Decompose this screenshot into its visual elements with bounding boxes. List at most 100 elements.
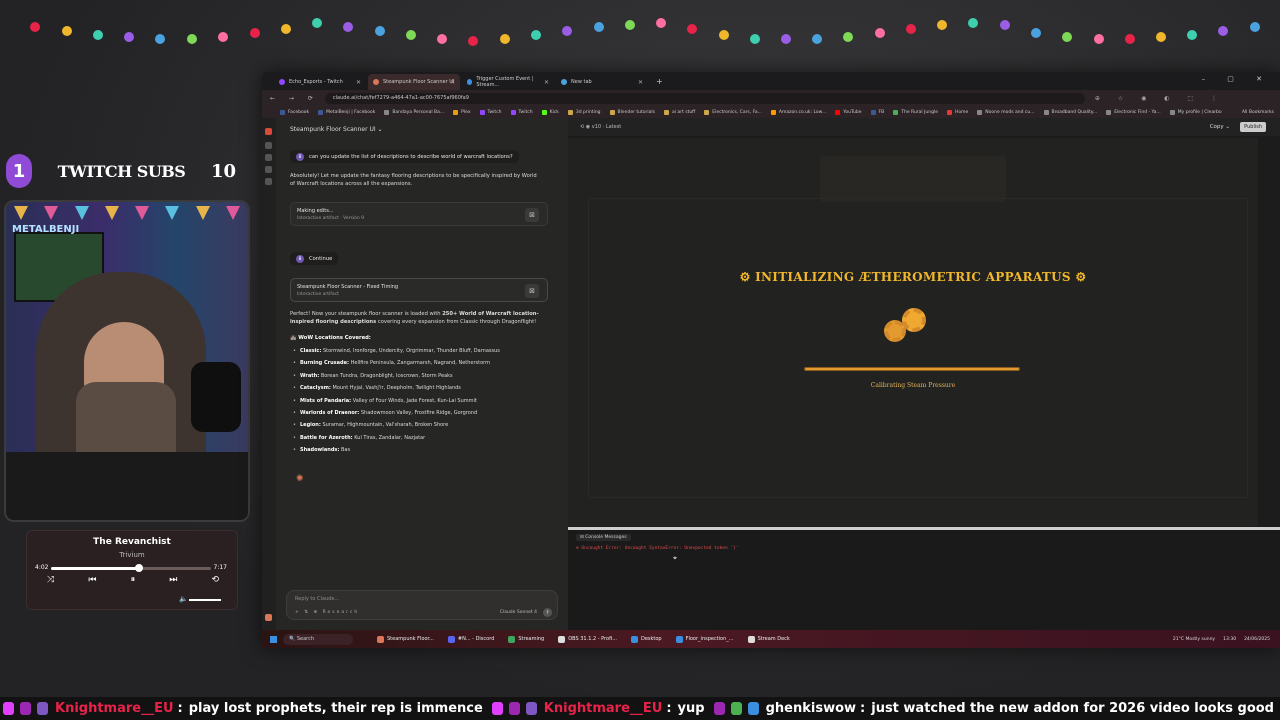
close-tab-icon[interactable]: ✕ [356,79,361,86]
clock-time[interactable]: 13:30 [1223,637,1236,642]
taskbar-app[interactable]: Steampunk Floor... [377,635,434,643]
bookmark-item[interactable]: Electronics, Cars, Fa... [704,109,762,115]
taskbar-app[interactable]: Streaming [508,635,544,643]
bookmark-label: Noone mods and cu... [985,109,1035,115]
next-icon[interactable]: ⏭ [169,575,177,585]
repeat-icon[interactable]: ⟲ [211,575,219,585]
previous-icon[interactable]: ⏮ [88,575,96,585]
clock-date[interactable]: 24/06/2025 [1244,637,1270,642]
chat-badge-icon [20,702,31,715]
bookmark-item[interactable]: Blender tutorials [609,109,655,115]
chat-title[interactable]: Steampunk Floor Scanner UI ⌄ [290,126,383,133]
taskbar-app[interactable]: Floor_inspection_... [675,635,734,643]
bookmark-item[interactable]: Twitch [510,109,533,115]
expansion-name: Mists of Pandaria: [300,397,352,404]
claude-logo-icon[interactable] [265,128,272,135]
app-icon [630,635,638,643]
taskbar-search[interactable]: 🔍 Search [283,633,353,645]
bookmark-item[interactable]: Amazon.co.uk: Low... [770,109,826,115]
bookmark-item[interactable]: Kick [541,109,559,115]
track-progress-knob[interactable] [135,564,143,572]
bookmark-item[interactable]: Facebook [280,109,309,115]
send-icon[interactable]: ↑ [543,608,552,617]
windows-start-icon[interactable] [270,635,277,643]
faded-header-block [820,156,1006,202]
close-tab-icon[interactable]: ✕ [544,79,549,86]
bookmark-item[interactable]: Twitch [479,109,502,115]
chat-input[interactable]: Reply to Claude... + ⇅ ⊕ Research Claude… [286,590,558,620]
artifact-version[interactable]: ⟲ ◉ v10 · Latest [580,124,621,130]
tab-label: Steampunk Floor Scanner UI [383,79,455,85]
bookmark-icon [609,109,615,115]
bookmark-label: Broadband Quality... [1051,109,1098,115]
profile-icon[interactable] [265,614,272,621]
all-bookmarks[interactable]: All Bookmarks [1242,110,1274,115]
code-icon[interactable]: ⊠ [525,284,539,298]
input-tools[interactable]: + ⇅ ⊕ Research [295,610,359,615]
browser-tab[interactable]: New tab ✕ [556,74,648,90]
chat-badge-icon [3,702,14,715]
bookmark-item[interactable]: Broadband Quality... [1043,109,1098,115]
bookmark-item[interactable]: Bandaya Personal Ba... [384,109,444,115]
new-tab-button[interactable]: + [656,77,663,86]
console-header[interactable]: ⊟ Console Messages [576,534,631,541]
pause-icon[interactable]: ⏸ [131,575,136,585]
bookmark-icon [770,109,776,115]
bookmark-item[interactable]: MetalBenji | Facebook [318,109,375,115]
bookmark-label: Plex [461,109,471,115]
browser-tab[interactable]: Trigger Custom Event | Stream... ✕ [462,74,554,90]
bookmark-item[interactable]: ai art stuff [663,109,695,115]
artifact-card[interactable]: Making edits... Interactive artifact · V… [290,202,548,226]
browser-window: Echo_Esports - Twitch ✕ Steampunk Floor Sc… [262,72,1280,648]
artifact-card[interactable]: Steampunk Floor Scanner - Fixed Timing I… [290,278,548,302]
publish-button[interactable]: Publish [1240,122,1266,132]
close-tab-icon[interactable]: ✕ [450,79,455,86]
location-names: Shadowmoon Valley, Frostfire Ridge, Gorg… [360,410,478,416]
chats-icon[interactable] [265,154,272,161]
loading-progress-bar [804,367,1020,371]
chat-badge-icon [747,702,759,715]
light-bulb [406,30,416,40]
app-icon [377,635,384,643]
bookmark-item[interactable]: FB [870,109,884,115]
bookmark-item[interactable]: My profile | Clearbo [1169,109,1222,115]
url-field[interactable]: claude.ai/chat/fef7279-a464-47a1-ac00-76… [324,92,1085,104]
taskbar-app[interactable]: Desktop [630,635,662,643]
bookmark-label: The Rural Jungle [901,109,938,115]
volume-control[interactable]: 🔈 [179,595,229,605]
model-selector[interactable]: Claude Sonnet 4 [500,610,537,615]
track-progress-bar[interactable] [51,564,211,572]
volume-slider[interactable] [189,599,222,601]
close-tab-icon[interactable]: ✕ [638,79,643,86]
chat-input-placeholder[interactable]: Reply to Claude... [295,596,339,602]
taskbar-app-label: #N... - Discord [457,636,495,642]
taskbar-app[interactable]: Stream Deck [747,635,790,643]
bookmark-item[interactable]: The Rural Jungle [893,109,938,115]
bookmark-item[interactable]: 3d printing [567,109,601,115]
shuffle-icon[interactable]: ⤨ [47,575,54,585]
bookmark-item[interactable]: Electronic Find - Ya... [1106,109,1161,115]
artifacts-icon[interactable] [265,178,272,185]
gears-icon [884,308,934,348]
bookmark-item[interactable]: Home [947,109,968,115]
new-chat-icon[interactable] [265,142,272,149]
bookmark-item[interactable]: YouTube [835,109,862,115]
light-bulb [656,18,666,28]
weather-widget[interactable]: 21°C Mostly sunny [1173,637,1215,642]
browser-tab[interactable]: Steampunk Floor Scanner UI ✕ [368,74,460,90]
browser-tab[interactable]: Echo_Esports - Twitch ✕ [274,74,366,90]
code-icon[interactable]: ⊠ [525,208,539,222]
projects-icon[interactable] [265,166,272,173]
window-controls[interactable]: – ▢ ✕ [1202,75,1272,83]
bookmark-item[interactable]: Plex [453,109,471,115]
taskbar-app[interactable]: #N... - Discord [447,635,495,643]
tab-favicon-icon [279,79,285,85]
extension-icons[interactable]: ⊕ ☆ ◉ ◐ ⬚ ⋮ [1095,95,1225,102]
bookmark-item[interactable]: Noone mods and cu... [977,109,1035,115]
location-names: Borean Tundra, Dragonblight, Icecrown, S… [320,372,453,379]
taskbar-app[interactable]: OBS 31.1.2 - Profi... [558,635,617,643]
nav-buttons[interactable]: ← → ⟳ [270,95,319,102]
tab-label: Echo_Esports - Twitch [289,79,343,85]
webcam-feed: METALBENJI [4,200,250,522]
copy-button[interactable]: Copy ⌄ [1210,124,1230,130]
